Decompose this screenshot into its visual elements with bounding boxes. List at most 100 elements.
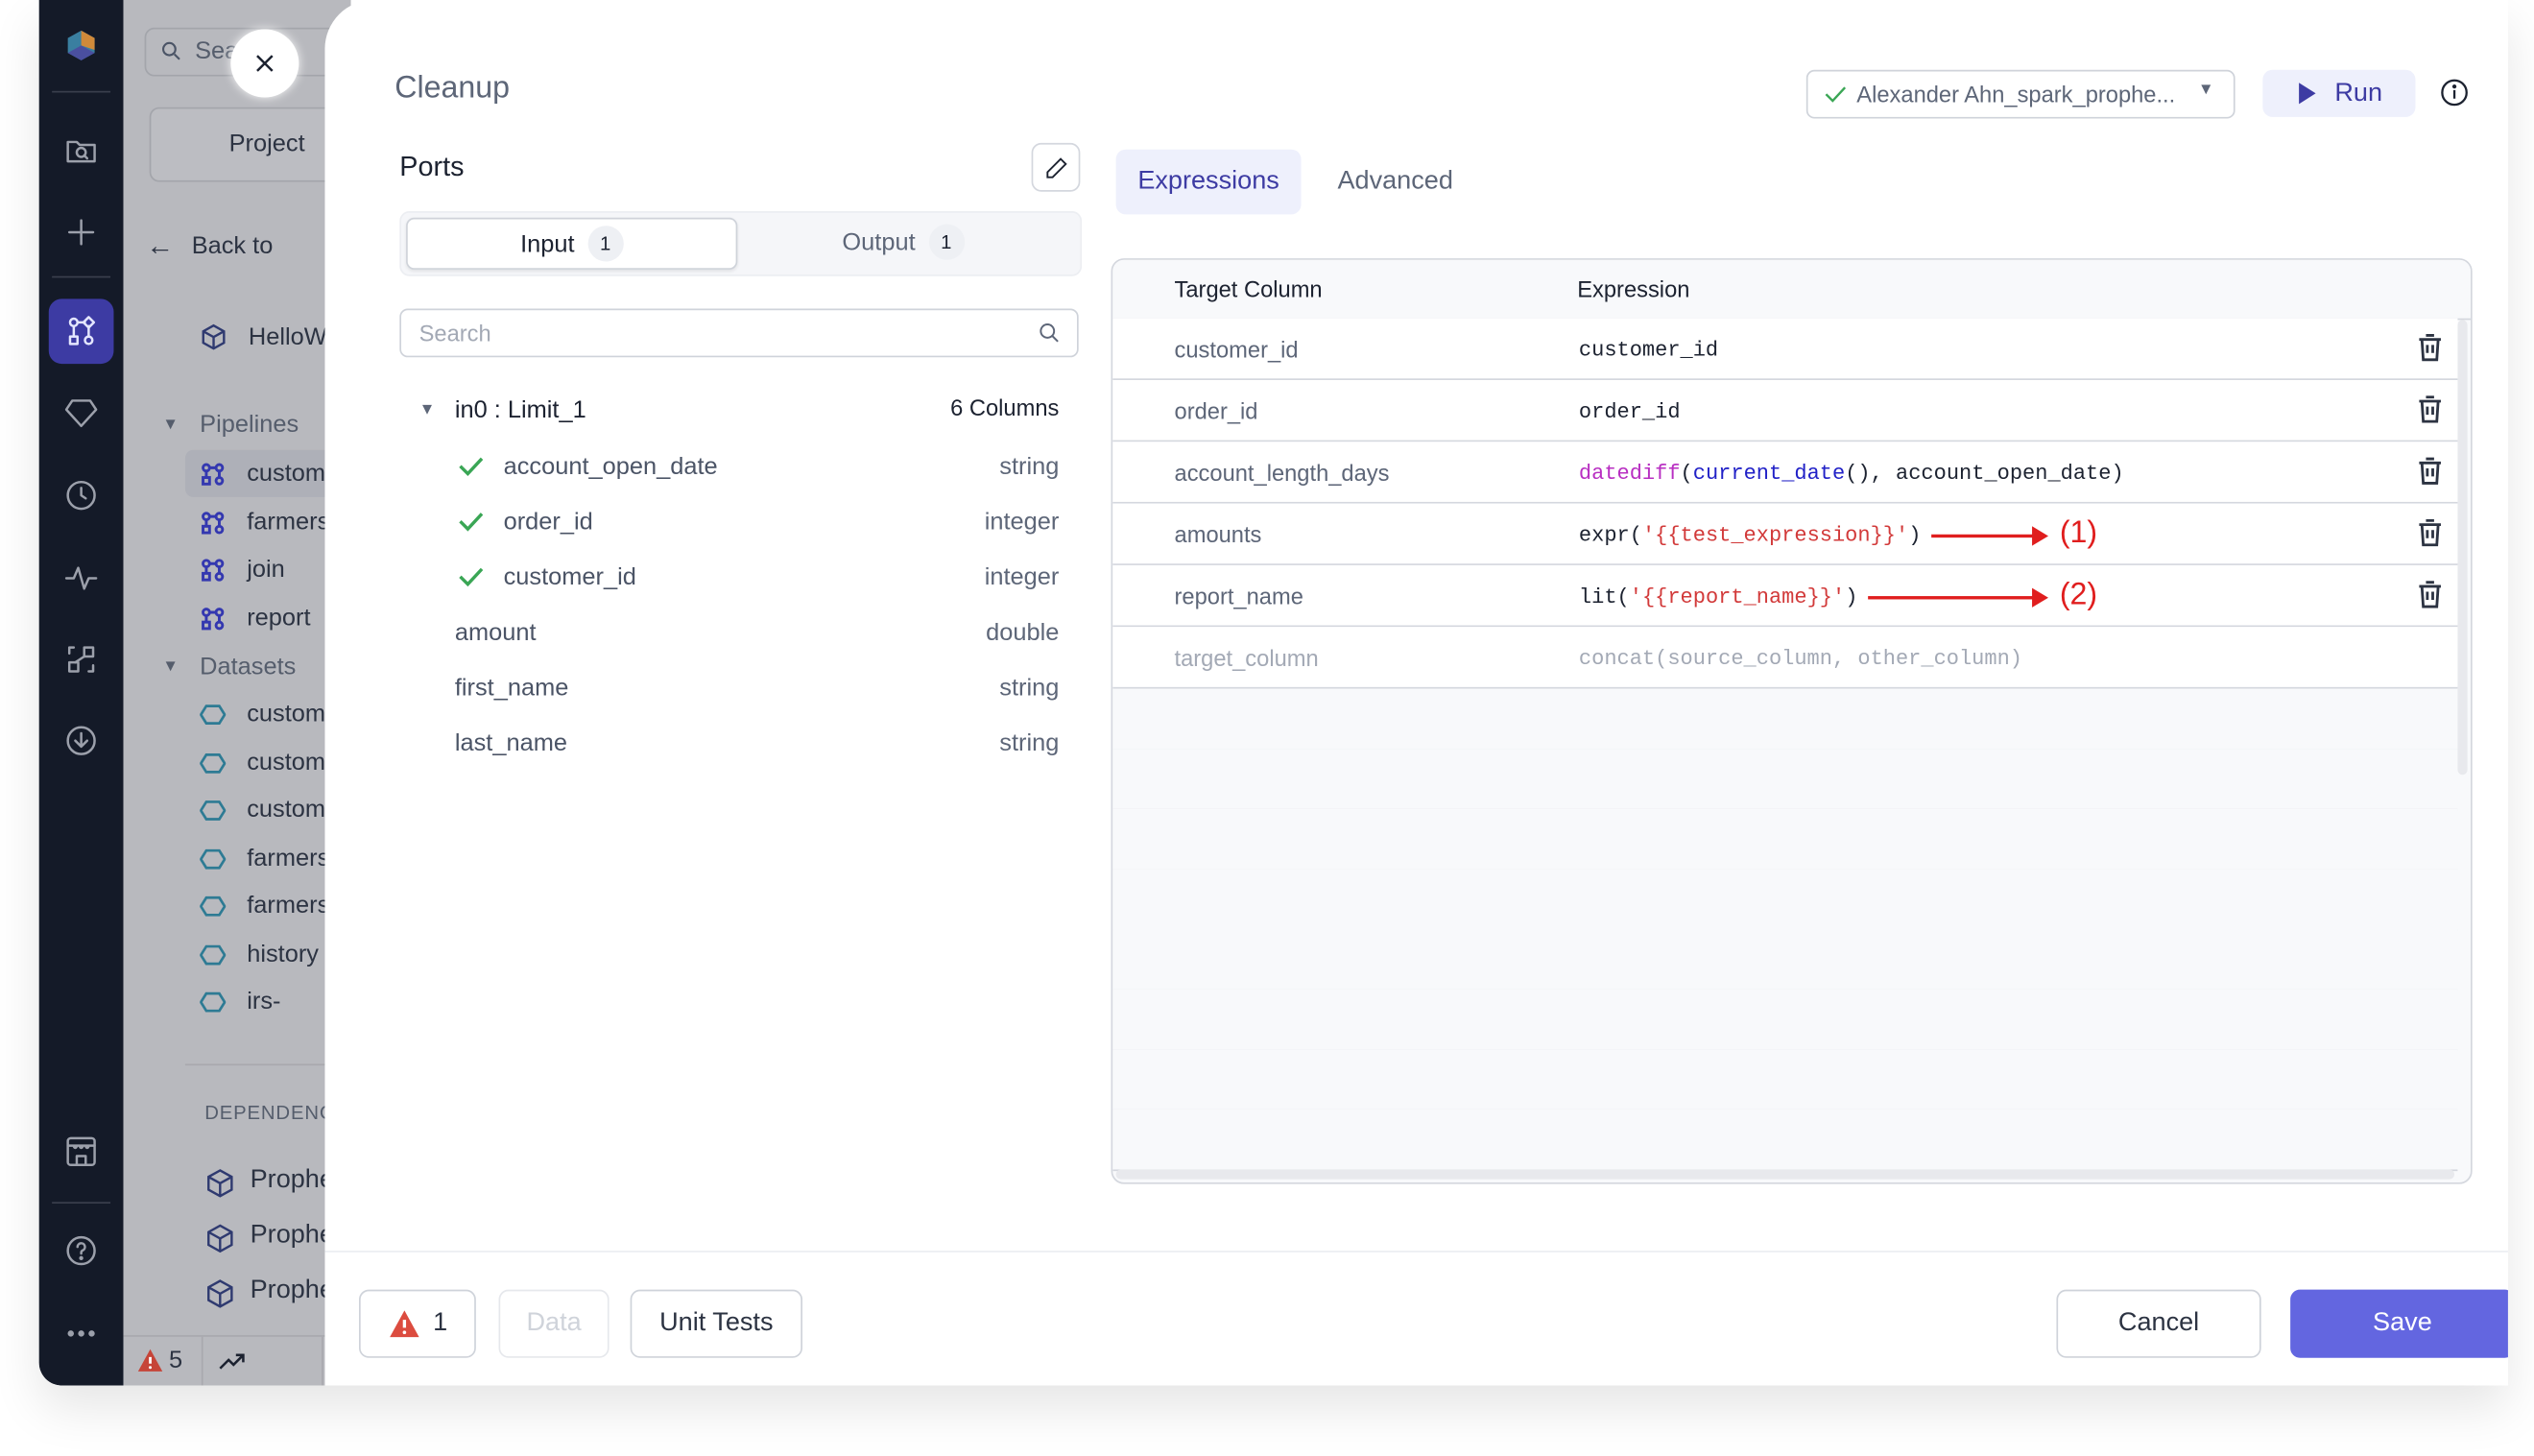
edit-ports-button[interactable] bbox=[1031, 142, 1081, 192]
horizontal-scrollbar[interactable] bbox=[1115, 1169, 2455, 1180]
pipeline-icon bbox=[202, 463, 225, 486]
clock-icon[interactable] bbox=[52, 466, 110, 525]
trash-icon[interactable] bbox=[2414, 394, 2447, 426]
column-type: double bbox=[986, 618, 1060, 647]
download-icon[interactable] bbox=[52, 711, 110, 770]
empty-row bbox=[1112, 989, 2458, 1051]
expression-cell[interactable]: order_id bbox=[1579, 399, 1681, 423]
columns-search-input[interactable] bbox=[416, 318, 1039, 348]
warning-count[interactable]: 5 bbox=[169, 1347, 182, 1374]
port-name: in0 : Limit_1 bbox=[454, 395, 586, 424]
vertical-scrollbar[interactable] bbox=[2457, 320, 2468, 776]
project-cube-icon bbox=[202, 323, 226, 350]
diagnostics-button[interactable]: 1 bbox=[358, 1289, 476, 1358]
trash-icon[interactable] bbox=[2414, 578, 2447, 610]
cancel-button[interactable]: Cancel bbox=[2056, 1289, 2261, 1358]
target-column-placeholder[interactable]: target_column bbox=[1175, 645, 1319, 671]
tab-output-ports[interactable]: Output 1 bbox=[739, 218, 1067, 267]
new-row-placeholder[interactable]: target_column concat(source_column, othe… bbox=[1112, 627, 2458, 689]
empty-row bbox=[1112, 749, 2458, 811]
run-button[interactable]: Run bbox=[2262, 69, 2416, 117]
caret-down-icon[interactable]: ▼ bbox=[162, 416, 179, 434]
caret-down-icon[interactable]: ▼ bbox=[162, 657, 179, 676]
package-icon bbox=[207, 1279, 233, 1308]
help-icon[interactable] bbox=[52, 1222, 110, 1280]
plus-icon[interactable] bbox=[52, 203, 110, 262]
trash-icon[interactable] bbox=[2414, 455, 2447, 488]
caret-down-icon[interactable]: ▼ bbox=[419, 401, 436, 419]
column-item[interactable]: first_name string bbox=[455, 671, 1060, 710]
play-icon bbox=[2299, 83, 2317, 105]
project-sidebar: Search Project ← Back to HelloWorld ▼ Pi… bbox=[123, 0, 351, 1386]
column-item[interactable]: account_open_date string bbox=[455, 450, 1059, 489]
tab-input-ports[interactable]: Input 1 bbox=[406, 217, 738, 270]
store-icon[interactable] bbox=[52, 1122, 110, 1181]
target-column-cell[interactable]: account_length_days bbox=[1175, 460, 1390, 486]
check-icon bbox=[1825, 86, 1847, 103]
project-button[interactable]: Project bbox=[149, 107, 351, 182]
pencil-icon bbox=[1045, 156, 1066, 178]
logo-icon[interactable] bbox=[52, 16, 110, 75]
column-item[interactable]: last_name string bbox=[455, 726, 1060, 765]
dataset-icon bbox=[200, 704, 227, 725]
column-type: string bbox=[999, 728, 1060, 757]
ports-label: Ports bbox=[399, 151, 465, 182]
target-column-cell[interactable]: order_id bbox=[1175, 398, 1258, 424]
pipeline-icon[interactable] bbox=[48, 298, 114, 365]
activity-icon[interactable] bbox=[52, 549, 110, 608]
expression-cell[interactable]: datediff(current_date(), account_open_da… bbox=[1579, 462, 2124, 486]
column-count: 6 Columns bbox=[950, 394, 1060, 421]
folder-search-icon[interactable] bbox=[52, 120, 110, 179]
info-icon[interactable] bbox=[2440, 78, 2469, 107]
empty-row bbox=[1112, 1049, 2458, 1111]
column-name: customer_id bbox=[503, 563, 636, 591]
cancel-label: Cancel bbox=[2117, 1308, 2200, 1337]
column-name: amount bbox=[454, 618, 537, 647]
port-header[interactable]: ▼ in0 : Limit_1 6 Columns bbox=[416, 392, 1060, 431]
table-row[interactable]: amounts expr('{{test_expression}}') bbox=[1112, 503, 2458, 565]
check-icon bbox=[459, 513, 484, 532]
table-row[interactable]: customer_id customer_id bbox=[1112, 318, 2458, 380]
column-item[interactable]: customer_id integer bbox=[455, 561, 1059, 600]
chevron-down-icon: ▼ bbox=[2197, 81, 2214, 100]
gem-icon[interactable] bbox=[52, 383, 110, 442]
diagnostics-count: 1 bbox=[433, 1308, 448, 1337]
table-row[interactable]: order_id order_id bbox=[1112, 379, 2458, 442]
table-header: Target Column Expression bbox=[1112, 259, 2471, 321]
close-dialog-button[interactable] bbox=[230, 29, 299, 98]
table-row[interactable]: account_length_days datediff(current_dat… bbox=[1112, 442, 2458, 504]
more-icon[interactable] bbox=[52, 1304, 110, 1363]
gem-dialog: Cleanup Ports Input 1 Output 1 ▼ in0 : L… bbox=[324, 0, 2508, 1386]
table-row[interactable]: report_name lit('{{report_name}}') bbox=[1112, 564, 2458, 628]
data-button[interactable]: Data bbox=[498, 1289, 610, 1358]
tab-expressions[interactable]: Expressions bbox=[1115, 149, 1302, 215]
pipeline-name: report bbox=[247, 603, 311, 632]
package-icon bbox=[207, 1169, 233, 1198]
lineage-icon[interactable] bbox=[52, 631, 110, 689]
expression-placeholder[interactable]: concat(source_column, other_column) bbox=[1579, 647, 2022, 671]
expression-cell[interactable]: expr('{{test_expression}}') bbox=[1579, 523, 1921, 547]
target-column-cell[interactable]: customer_id bbox=[1175, 336, 1299, 362]
columns-search bbox=[399, 308, 1079, 358]
column-item[interactable]: order_id integer bbox=[455, 505, 1059, 544]
expression-cell[interactable]: customer_id bbox=[1579, 338, 1718, 362]
save-button[interactable]: Save bbox=[2290, 1289, 2508, 1358]
dataset-icon bbox=[200, 848, 227, 869]
target-column-cell[interactable]: report_name bbox=[1175, 584, 1303, 609]
trending-up-icon[interactable] bbox=[218, 1349, 247, 1372]
expression-cell[interactable]: lit('{{report_name}}') bbox=[1579, 585, 1857, 609]
column-name: account_open_date bbox=[503, 453, 718, 481]
column-name: last_name bbox=[454, 728, 567, 757]
column-item[interactable]: amount double bbox=[455, 615, 1060, 655]
target-column-cell[interactable]: amounts bbox=[1175, 521, 1262, 547]
fabric-selector[interactable]: Alexander Ahn_spark_prophe... ▼ bbox=[1805, 69, 2235, 119]
trash-icon[interactable] bbox=[2414, 331, 2447, 364]
output-count-badge: 1 bbox=[928, 224, 965, 260]
trash-icon[interactable] bbox=[2414, 516, 2447, 549]
icon-rail bbox=[38, 0, 124, 1386]
datasets-header: Datasets bbox=[200, 653, 297, 681]
run-label: Run bbox=[2334, 79, 2383, 107]
tab-advanced[interactable]: Advanced bbox=[1314, 150, 1476, 215]
empty-row bbox=[1112, 928, 2458, 991]
unit-tests-button[interactable]: Unit Tests bbox=[630, 1289, 802, 1358]
